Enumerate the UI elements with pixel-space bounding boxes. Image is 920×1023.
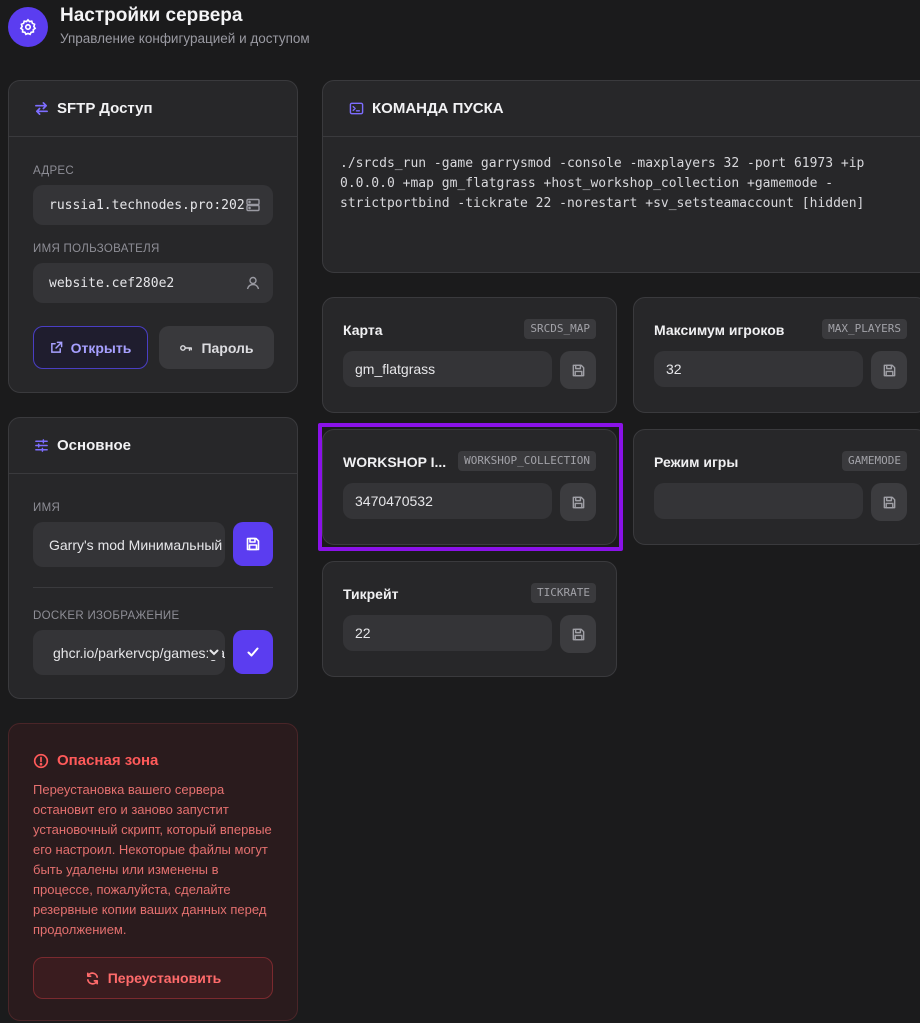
- save-icon: [571, 627, 586, 642]
- variable-save-button[interactable]: [871, 483, 907, 521]
- variable-env-tag: MAX_PLAYERS: [822, 319, 907, 339]
- variable-input-tickrate[interactable]: 22: [343, 615, 552, 651]
- variable-env-tag: WORKSHOP_COLLECTION: [458, 451, 596, 471]
- variable-save-button[interactable]: [560, 483, 596, 521]
- save-icon: [882, 363, 897, 378]
- variable-card-workshop: WORKSHOP I... WORKSHOP_COLLECTION 347047…: [322, 429, 617, 545]
- save-icon: [571, 363, 586, 378]
- sftp-username-value: website.cef280e2: [49, 275, 175, 291]
- variable-title: WORKSHOP I...: [343, 454, 447, 470]
- variable-title: Режим игры: [654, 454, 739, 470]
- variable-save-button[interactable]: [560, 351, 596, 389]
- settings-gear-icon: [8, 7, 48, 47]
- sftp-address-field[interactable]: russia1.technodes.pro:2022: [33, 185, 273, 225]
- variable-card-map: Карта SRCDS_MAP gm_flatgrass: [322, 297, 617, 413]
- sftp-username-field[interactable]: website.cef280e2: [33, 263, 273, 303]
- variable-value: 32: [666, 361, 682, 377]
- save-icon: [882, 495, 897, 510]
- open-sftp-button[interactable]: Открыть: [33, 326, 148, 369]
- danger-zone-description: Переустановка вашего сервера остановит е…: [33, 782, 272, 937]
- startup-command-card: КОМАНДА ПУСКА ./srcds_run -game garrysmo…: [322, 80, 920, 273]
- variable-input-workshop[interactable]: 3470470532: [343, 483, 552, 519]
- reinstall-button-label: Переустановить: [107, 970, 222, 986]
- variable-title: Карта: [343, 322, 383, 338]
- page-subtitle: Управление конфигурацией и доступом: [60, 31, 310, 46]
- password-button[interactable]: Пароль: [159, 326, 274, 369]
- server-name-input[interactable]: Garry's mod Минимальный: [33, 522, 225, 567]
- page-header: Настройки сервера Управление конфигураци…: [8, 4, 310, 48]
- user-icon: [245, 275, 261, 291]
- variable-input-gamemode[interactable]: [654, 483, 863, 519]
- key-icon: [179, 341, 193, 355]
- variable-save-button[interactable]: [871, 351, 907, 389]
- danger-zone-title: Опасная зона: [57, 752, 159, 769]
- docker-image-select[interactable]: ghcr.io/parkervcp/games:garrysmod: [33, 630, 225, 675]
- reinstall-button[interactable]: Переустановить: [33, 957, 273, 999]
- variable-card-tickrate: Тикрейт TICKRATE 22: [322, 561, 617, 677]
- server-icon: [245, 197, 265, 213]
- variable-env-tag: GAMEMODE: [842, 451, 907, 471]
- apply-docker-button[interactable]: [233, 630, 273, 674]
- variable-env-tag: SRCDS_MAP: [524, 319, 596, 339]
- refresh-icon: [85, 971, 100, 986]
- section-divider: [33, 587, 273, 588]
- variable-card-max-players: Максимум игроков MAX_PLAYERS 32: [633, 297, 920, 413]
- password-button-label: Пароль: [201, 339, 254, 356]
- alert-circle-icon: [33, 753, 49, 774]
- open-button-label: Открыть: [70, 339, 132, 356]
- docker-image-value: ghcr.io/parkervcp/games:garrysmod: [53, 644, 225, 661]
- name-label: ИМЯ: [33, 502, 61, 514]
- save-icon: [571, 495, 586, 510]
- sftp-title: SFTP Доступ: [57, 100, 153, 117]
- username-label: ИМЯ ПОЛЬЗОВАТЕЛЯ: [33, 243, 160, 255]
- variable-card-gamemode: Режим игры GAMEMODE: [633, 429, 920, 545]
- variable-value: 22: [355, 625, 371, 641]
- address-label: АДРЕС: [33, 165, 74, 177]
- check-icon: [246, 645, 260, 659]
- terminal-icon: [348, 101, 364, 117]
- save-name-button[interactable]: [233, 522, 273, 566]
- page-title: Настройки сервера: [60, 5, 243, 26]
- variable-title: Тикрейт: [343, 586, 399, 602]
- startup-title: КОМАНДА ПУСКА: [372, 100, 504, 117]
- variable-save-button[interactable]: [560, 615, 596, 653]
- variable-value: gm_flatgrass: [355, 361, 436, 377]
- basic-title: Основное: [57, 437, 132, 454]
- variable-title: Максимум игроков: [654, 322, 785, 338]
- transfer-arrows-icon: [33, 101, 49, 117]
- variable-value: 3470470532: [355, 493, 433, 509]
- chevron-down-icon: [208, 644, 222, 660]
- sliders-icon: [33, 438, 49, 454]
- startup-command-text: ./srcds_run -game garrysmod -console -ma…: [340, 156, 865, 211]
- danger-zone-card: Опасная зона Переустановка вашего сервер…: [8, 723, 298, 1021]
- save-icon: [245, 536, 261, 552]
- sftp-card: SFTP Доступ АДРЕС russia1.technodes.pro:…: [8, 80, 298, 393]
- server-name-value: Garry's mod Минимальный: [49, 536, 223, 553]
- variable-input-map[interactable]: gm_flatgrass: [343, 351, 552, 387]
- external-link-icon: [50, 341, 63, 354]
- docker-label: DOCKER ИЗОБРАЖЕНИЕ: [33, 610, 180, 622]
- sftp-address-value: russia1.technodes.pro:2022: [49, 197, 253, 213]
- variable-input-max-players[interactable]: 32: [654, 351, 863, 387]
- basic-card: Основное ИМЯ Garry's mod Минимальный DOC…: [8, 417, 298, 699]
- variable-env-tag: TICKRATE: [531, 583, 596, 603]
